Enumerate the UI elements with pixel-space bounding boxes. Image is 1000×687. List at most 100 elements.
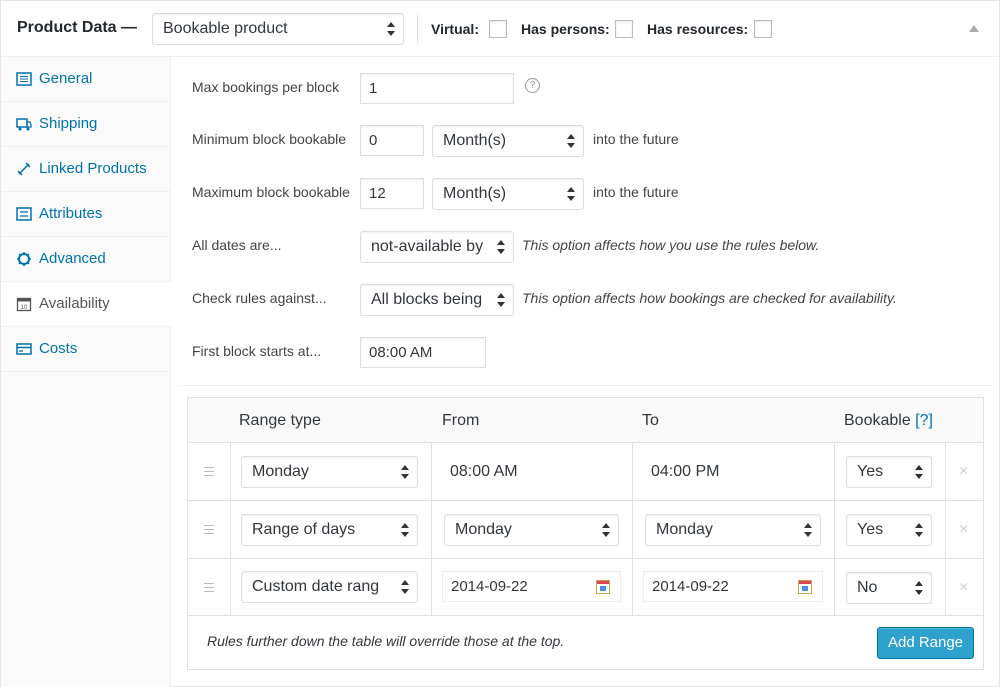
select-arrows-icon bbox=[915, 522, 923, 538]
tab-costs[interactable]: Costs bbox=[1, 327, 171, 372]
tab-availability[interactable]: 10 Availability bbox=[1, 282, 172, 327]
bookable-select[interactable]: Yes bbox=[846, 456, 932, 488]
from-date-input[interactable]: 2014-09-22 bbox=[442, 571, 621, 602]
col-header-to: To bbox=[642, 412, 659, 429]
min-block-unit-value: Month(s) bbox=[443, 132, 507, 149]
to-time-input[interactable]: 04:00 PM bbox=[651, 463, 719, 481]
remove-row-icon[interactable]: × bbox=[959, 579, 968, 597]
table-row: Custom date rang 2014-09-22 2014-09-22 N… bbox=[188, 558, 983, 616]
drag-handle-icon[interactable] bbox=[204, 583, 214, 592]
col-header-range-type: Range type bbox=[239, 412, 321, 429]
svg-text:10: 10 bbox=[21, 305, 28, 311]
tab-label: General bbox=[39, 70, 93, 87]
from-day-select[interactable]: Monday bbox=[444, 514, 619, 546]
range-type-select[interactable]: Range of days bbox=[241, 514, 418, 546]
tab-label: Linked Products bbox=[39, 160, 147, 177]
to-date-value: 2014-09-22 bbox=[652, 578, 729, 595]
from-time-input[interactable]: 08:00 AM bbox=[450, 463, 518, 481]
from-day-value: Monday bbox=[455, 521, 512, 538]
to-day-select[interactable]: Monday bbox=[645, 514, 821, 546]
truck-icon bbox=[16, 118, 32, 131]
general-icon bbox=[16, 72, 32, 86]
cell-divider bbox=[632, 559, 633, 616]
table-footer: Rules further down the table will overri… bbox=[188, 615, 983, 669]
to-date-input[interactable]: 2014-09-22 bbox=[643, 571, 823, 602]
tab-attributes[interactable]: Attributes bbox=[1, 192, 171, 237]
all-dates-label: All dates are... bbox=[192, 237, 282, 253]
select-arrows-icon bbox=[387, 21, 395, 37]
cell-divider bbox=[945, 559, 946, 616]
rules-override-note: Rules further down the table will overri… bbox=[207, 633, 565, 649]
min-block-label: Minimum block bookable bbox=[192, 131, 347, 147]
col-header-from: From bbox=[442, 412, 480, 429]
select-arrows-icon bbox=[602, 522, 610, 538]
tab-label: Costs bbox=[39, 340, 78, 357]
has-resources-label: Has resources: bbox=[647, 21, 749, 37]
drag-handle-icon[interactable] bbox=[204, 525, 214, 534]
cell-divider bbox=[431, 559, 432, 616]
select-arrows-icon bbox=[401, 579, 409, 595]
product-type-value: Bookable product bbox=[163, 20, 288, 37]
all-dates-description: This option affects how you use the rule… bbox=[522, 237, 820, 253]
cell-divider bbox=[834, 443, 835, 500]
to-day-value: Monday bbox=[656, 521, 713, 538]
cell-divider bbox=[834, 501, 835, 558]
bookable-help-link[interactable]: [?] bbox=[915, 412, 933, 429]
cell-divider bbox=[230, 501, 231, 558]
tab-label: Shipping bbox=[39, 115, 98, 132]
min-block-unit-select[interactable]: Month(s) bbox=[432, 125, 584, 157]
calendar-picker-icon[interactable] bbox=[798, 580, 812, 594]
cell-divider bbox=[945, 443, 946, 500]
bookable-value: No bbox=[857, 579, 878, 596]
remove-row-icon[interactable]: × bbox=[959, 521, 968, 539]
product-data-header: Product Data — Bookable product Virtual:… bbox=[1, 1, 999, 57]
calendar-icon: 10 bbox=[16, 297, 32, 312]
product-type-select[interactable]: Bookable product bbox=[152, 13, 404, 45]
check-rules-select[interactable]: All blocks being bbox=[360, 284, 514, 316]
gear-icon bbox=[17, 252, 31, 266]
max-block-after-text: into the future bbox=[593, 184, 679, 200]
remove-row-icon[interactable]: × bbox=[959, 463, 968, 481]
max-bookings-input[interactable]: 1 bbox=[360, 73, 514, 104]
tab-general[interactable]: General bbox=[1, 57, 171, 102]
range-type-select[interactable]: Monday bbox=[241, 456, 418, 488]
has-resources-checkbox[interactable] bbox=[754, 20, 772, 38]
max-block-unit-select[interactable]: Month(s) bbox=[432, 178, 584, 210]
has-persons-checkbox[interactable] bbox=[615, 20, 633, 38]
range-type-value: Monday bbox=[252, 463, 309, 480]
select-arrows-icon bbox=[915, 580, 923, 596]
bookable-select[interactable]: No bbox=[846, 572, 932, 604]
range-type-select[interactable]: Custom date rang bbox=[241, 571, 418, 603]
panel-title: Product Data — bbox=[17, 19, 138, 36]
has-persons-label: Has persons: bbox=[521, 21, 610, 37]
all-dates-select[interactable]: not-available by bbox=[360, 231, 514, 263]
help-icon[interactable]: ? bbox=[525, 78, 540, 93]
select-arrows-icon bbox=[497, 292, 505, 308]
first-block-time-input[interactable]: 08:00 AM bbox=[360, 337, 486, 368]
range-type-value: Custom date rang bbox=[252, 578, 380, 595]
header-divider bbox=[417, 15, 418, 43]
select-arrows-icon bbox=[567, 133, 575, 149]
cell-divider bbox=[431, 443, 432, 500]
bookable-header-label: Bookable bbox=[844, 412, 911, 429]
drag-handle-icon[interactable] bbox=[204, 467, 214, 476]
tab-linked-products[interactable]: Linked Products bbox=[1, 147, 171, 192]
virtual-checkbox[interactable] bbox=[489, 20, 507, 38]
virtual-label: Virtual: bbox=[431, 21, 479, 37]
table-row: Range of days Monday Monday Yes × bbox=[188, 500, 983, 558]
min-block-input[interactable]: 0 bbox=[360, 125, 424, 156]
product-data-panel: Product Data — Bookable product Virtual:… bbox=[0, 0, 1000, 687]
add-range-button[interactable]: Add Range bbox=[877, 627, 974, 659]
from-date-value: 2014-09-22 bbox=[451, 578, 528, 595]
calendar-picker-icon[interactable] bbox=[596, 580, 610, 594]
tab-shipping[interactable]: Shipping bbox=[1, 102, 171, 147]
max-block-input[interactable]: 12 bbox=[360, 178, 424, 209]
select-arrows-icon bbox=[915, 464, 923, 480]
tab-advanced[interactable]: Advanced bbox=[1, 237, 171, 282]
all-dates-value: not-available by bbox=[371, 238, 484, 255]
cell-divider bbox=[632, 501, 633, 558]
bookable-select[interactable]: Yes bbox=[846, 514, 932, 546]
collapse-arrow-icon[interactable] bbox=[969, 25, 979, 32]
cell-divider bbox=[834, 559, 835, 616]
check-rules-description: This option affects how bookings are che… bbox=[522, 290, 897, 306]
